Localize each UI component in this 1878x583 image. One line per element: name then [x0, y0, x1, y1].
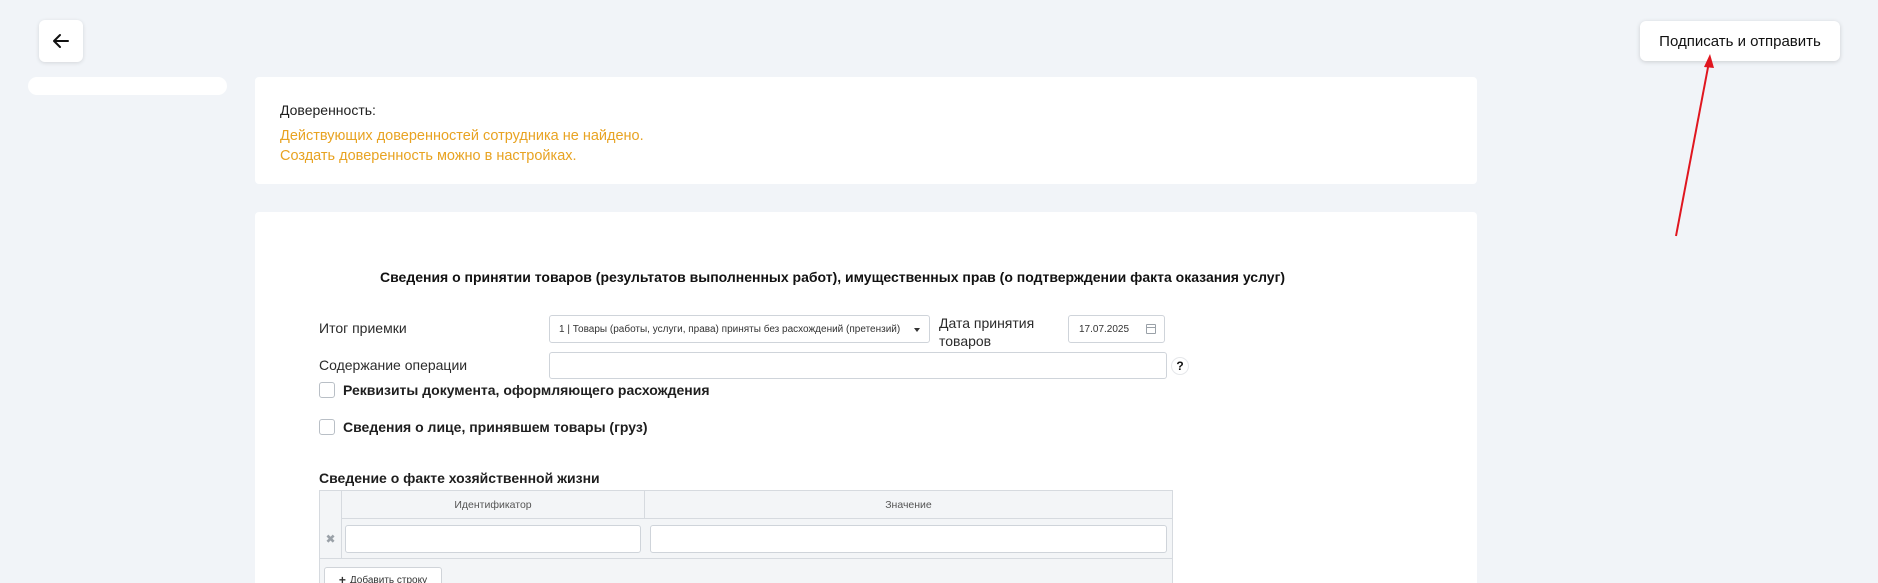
- value-input[interactable]: [650, 525, 1167, 553]
- discrepancy-checkbox[interactable]: [319, 382, 335, 398]
- sign-and-send-button[interactable]: Подписать и отправить: [1640, 21, 1840, 61]
- result-label: Итог приемки: [319, 320, 407, 336]
- receiver-checkbox-label: Сведения о лице, принявшем товары (груз): [343, 419, 648, 435]
- identifier-input[interactable]: [345, 525, 641, 553]
- warning-line-1: Действующих доверенностей сотрудника не …: [280, 128, 644, 144]
- calendar-icon: [1146, 324, 1156, 334]
- caret-down-icon: [914, 328, 920, 332]
- delete-row-icon[interactable]: ✖: [320, 519, 341, 559]
- discrepancy-checkbox-row[interactable]: Реквизиты документа, оформляющего расхож…: [319, 382, 710, 398]
- result-select-value: 1 | Товары (работы, услуги, права) приня…: [559, 323, 901, 335]
- arrow-left-icon: [53, 34, 69, 48]
- column-header-identifier: Идентификатор: [341, 491, 645, 519]
- add-row-label: Добавить строку: [349, 574, 428, 583]
- column-header-value: Значение: [645, 491, 1172, 519]
- section-title: Сведения о принятии товаров (результатов…: [380, 269, 1286, 285]
- acceptance-card: Сведения о принятии товаров (результатов…: [255, 212, 1477, 583]
- annotation-arrow-line: [1675, 61, 1710, 237]
- warning-line-2: Создать доверенность можно в настройках.: [280, 148, 577, 164]
- date-label: Дата принятия товаров: [939, 315, 1035, 349]
- help-button[interactable]: ?: [1171, 357, 1189, 375]
- result-select[interactable]: 1 | Товары (работы, услуги, права) приня…: [549, 315, 930, 343]
- facts-title: Сведение о факте хозяйственной жизни: [319, 470, 600, 486]
- sidebar-placeholder: [28, 77, 227, 95]
- add-row-button[interactable]: + Добавить строку: [324, 567, 442, 583]
- back-button[interactable]: [39, 20, 83, 62]
- power-of-attorney-title: Доверенность:: [280, 102, 376, 118]
- plus-icon: +: [338, 573, 346, 583]
- operation-label: Содержание операции: [319, 357, 468, 373]
- discrepancy-checkbox-label: Реквизиты документа, оформляющего расхож…: [343, 382, 710, 398]
- operation-input[interactable]: [549, 352, 1167, 379]
- power-of-attorney-card: Доверенность: Действующих доверенностей …: [255, 77, 1477, 184]
- date-value: 17.07.2025: [1079, 323, 1130, 335]
- facts-table: Идентификатор Значение ✖ + Добавить стро…: [319, 490, 1173, 583]
- date-input[interactable]: 17.07.2025: [1068, 315, 1165, 343]
- power-of-attorney-warning: Действующих доверенностей сотрудника не …: [280, 126, 644, 166]
- receiver-checkbox-row[interactable]: Сведения о лице, принявшем товары (груз): [319, 419, 648, 435]
- receiver-checkbox[interactable]: [319, 419, 335, 435]
